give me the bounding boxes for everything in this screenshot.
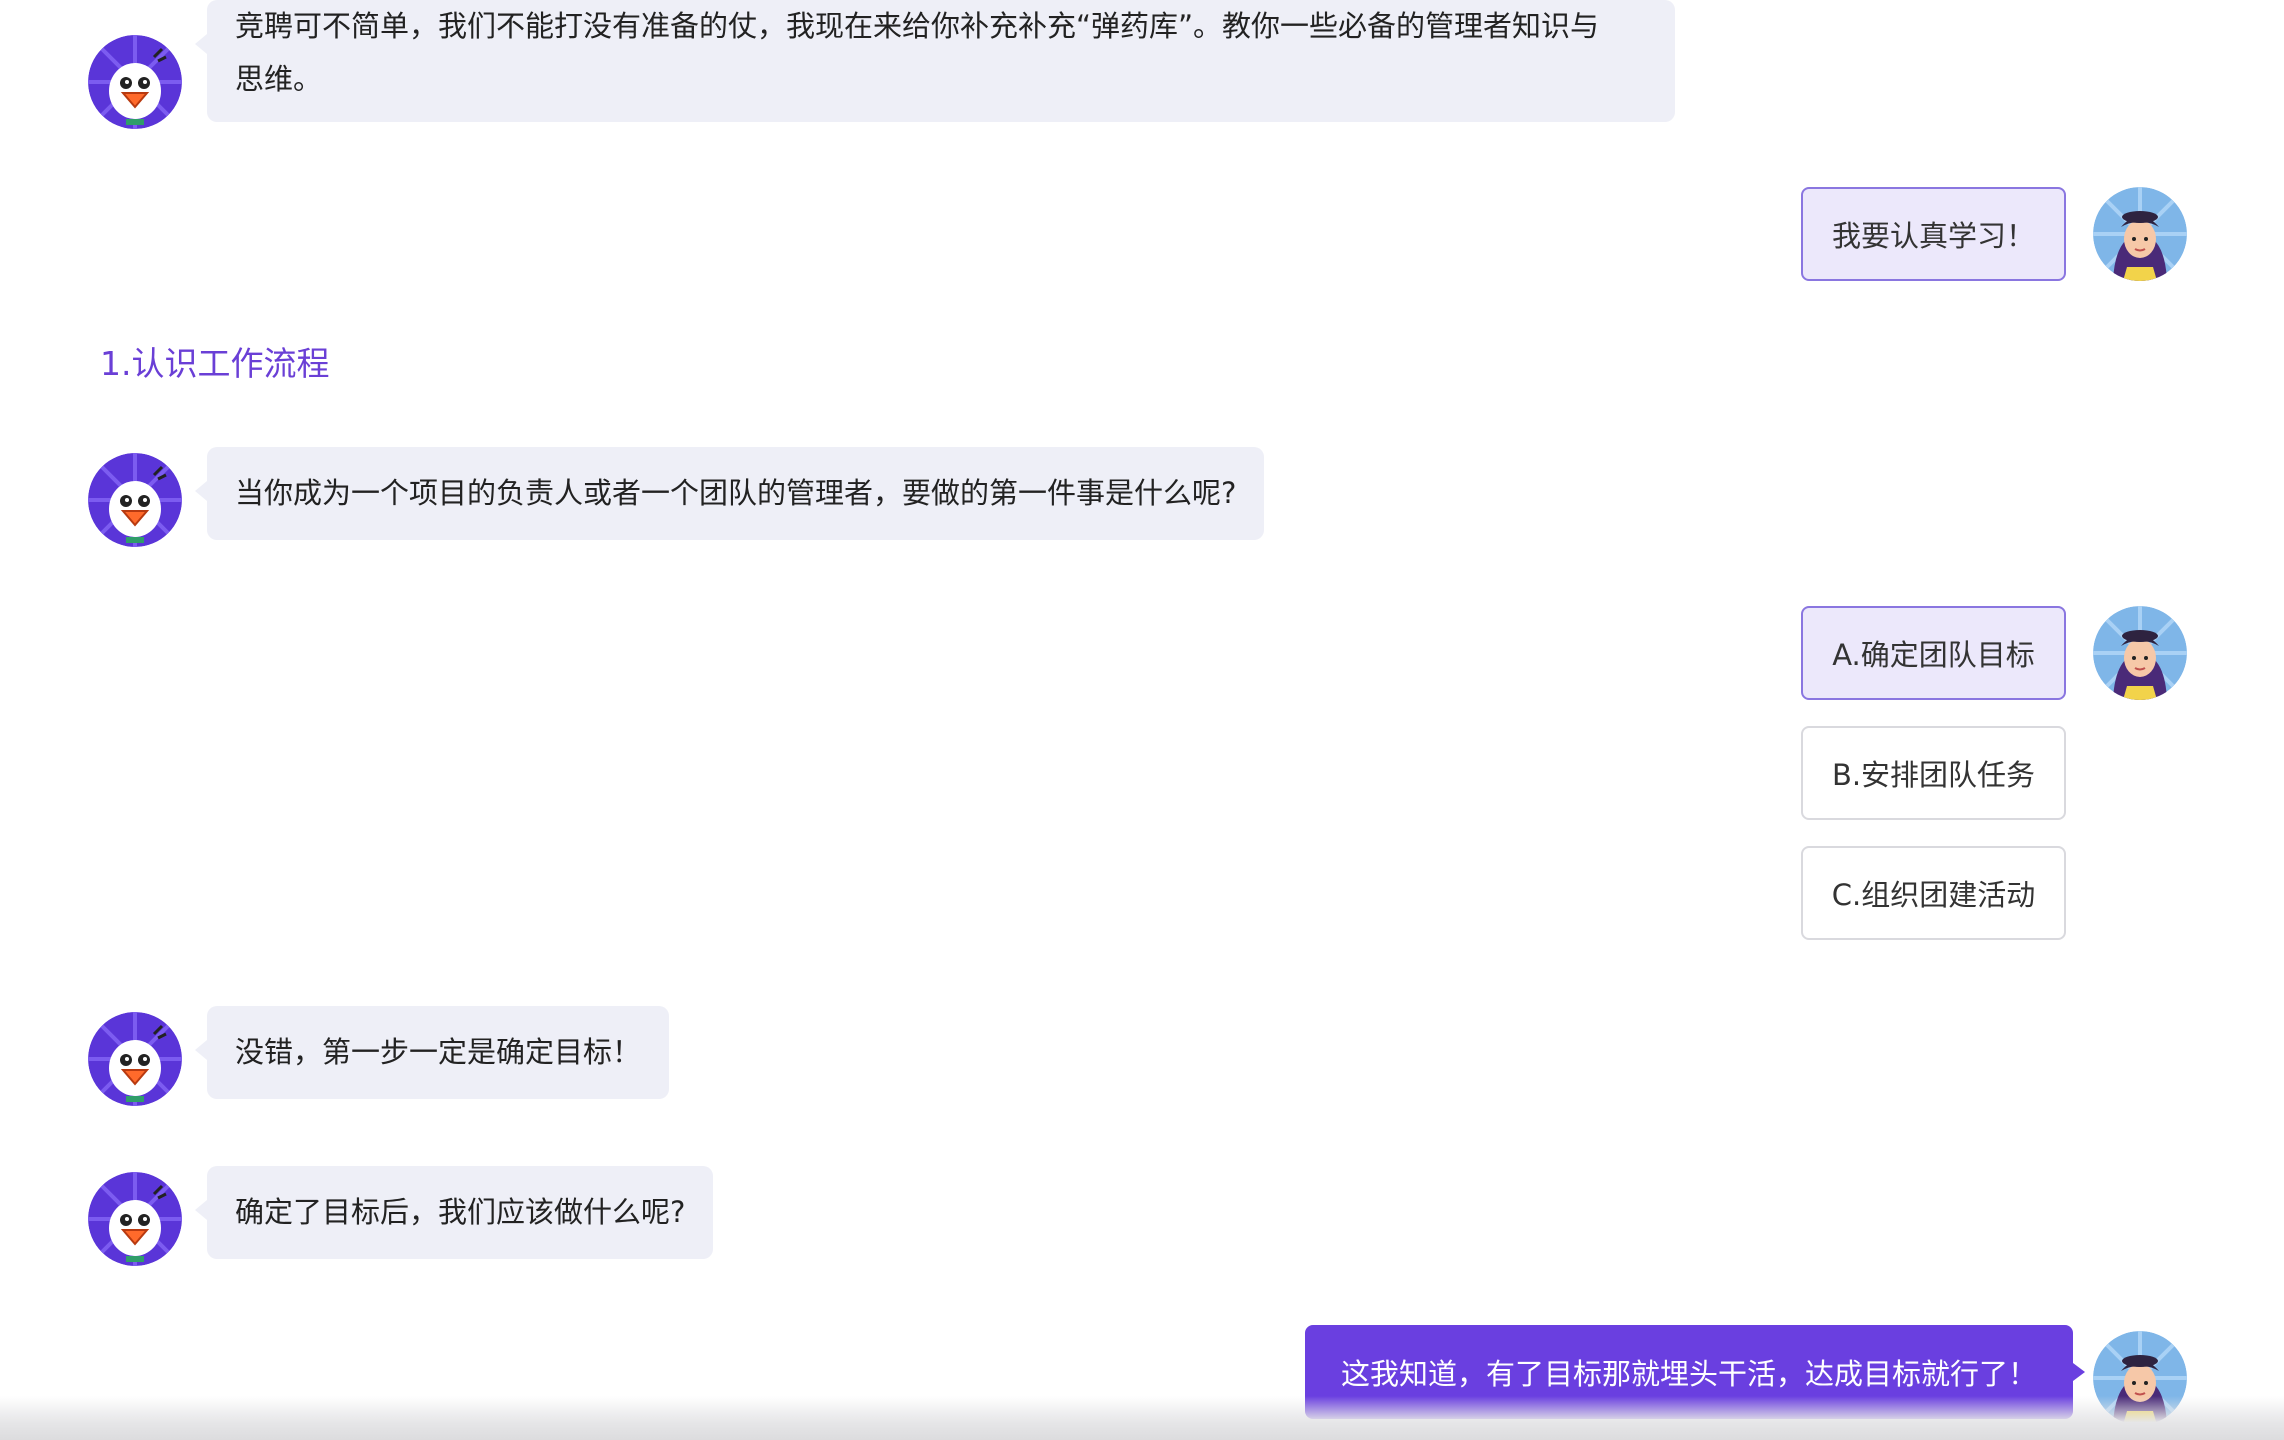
bot-message-intro: 竞聘可不简单，我们不能打没有准备的仗，我现在来给你补充补充“弹药库”。教你一些必… — [195, 0, 1675, 122]
bot-message-reply1: 没错，第一步一定是确定目标！ — [194, 1006, 670, 1099]
girl-avatar-icon — [2093, 187, 2187, 281]
bot-avatar — [88, 1012, 182, 1106]
girl-avatar-icon — [2093, 606, 2187, 700]
bot-message-question1: 当你成为一个项目的负责人或者一个团队的管理者，要做的第一件事是什么呢? — [194, 447, 1265, 540]
intro-text-line2: 思维。 — [235, 62, 323, 96]
bot-avatar — [88, 453, 182, 547]
user-avatar — [2093, 606, 2187, 700]
bot-avatar — [88, 35, 182, 129]
snowman-mascot-icon — [88, 35, 182, 129]
snowman-mascot-icon — [88, 453, 182, 547]
user-message-study: 我要认真学习！ — [1801, 187, 2066, 281]
option-a-button[interactable]: A.确定团队目标 — [1801, 606, 2066, 700]
bot-avatar — [88, 1172, 182, 1266]
option-c-button[interactable]: C.组织团建活动 — [1801, 846, 2066, 940]
snowman-mascot-icon — [88, 1172, 182, 1266]
snowman-mascot-icon — [88, 1012, 182, 1106]
intro-text-line1: 竞聘可不简单，我们不能打没有准备的仗，我现在来给你补充补充“弹药库”。教你一些必… — [235, 9, 1600, 43]
user-avatar — [2093, 187, 2187, 281]
section-title: 1.认识工作流程 — [100, 344, 330, 383]
chat-page: 竞聘可不简单，我们不能打没有准备的仗，我现在来给你补充补充“弹药库”。教你一些必… — [0, 0, 2284, 1440]
option-b-button[interactable]: B.安排团队任务 — [1801, 726, 2066, 820]
bot-message-question2: 确定了目标后，我们应该做什么呢? — [194, 1166, 714, 1259]
bottom-fade — [0, 1396, 2284, 1440]
